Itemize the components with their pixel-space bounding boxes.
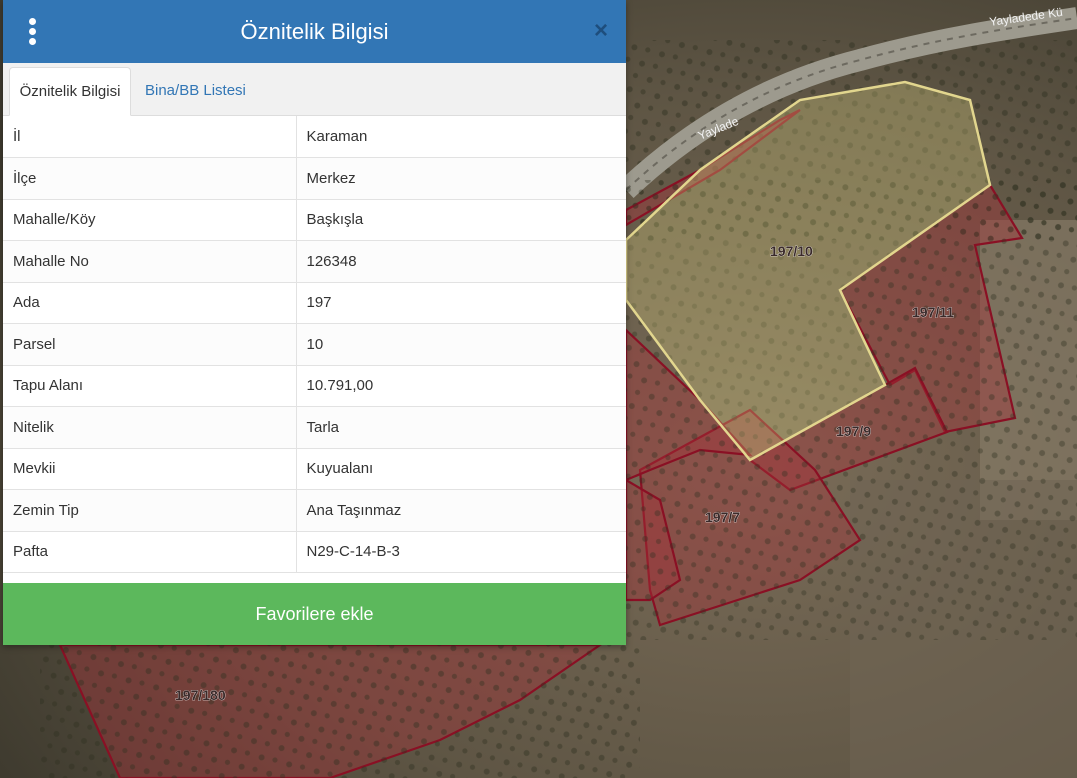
attribute-value: N29-C-14-B-3 xyxy=(296,531,626,573)
panel-header: Öznitelik Bilgisi × xyxy=(3,0,626,63)
attribute-panel: Öznitelik Bilgisi × Öznitelik Bilgisi Bi… xyxy=(3,0,626,645)
table-row: Tapu Alanı 10.791,00 xyxy=(3,365,626,407)
attribute-key: Tapu Alanı xyxy=(3,365,297,407)
parcel-label-197-11: 197/11 xyxy=(912,304,954,320)
tab-bar: Öznitelik Bilgisi Bina/BB Listesi xyxy=(3,63,626,116)
table-row: Mevkii Kuyualanı xyxy=(3,448,626,490)
table-row: Ada 197 xyxy=(3,282,626,324)
attribute-key: Zemin Tip xyxy=(3,489,297,532)
parcel-label-197-180: 197/180 xyxy=(175,687,226,703)
attribute-key: Nitelik xyxy=(3,406,297,449)
attribute-key: İl xyxy=(3,116,297,158)
vertical-dots-icon[interactable] xyxy=(26,18,40,45)
add-favorite-button[interactable]: Favorilere ekle xyxy=(3,583,626,645)
parcel-label-197-10: 197/10 xyxy=(770,243,813,259)
attribute-key: Pafta xyxy=(3,531,297,573)
tree-texture-south xyxy=(40,645,640,778)
attribute-value: Merkez xyxy=(296,157,626,200)
close-icon[interactable]: × xyxy=(591,18,611,44)
attribute-value: 126348 xyxy=(296,240,626,283)
attribute-value: Tarla xyxy=(296,406,626,449)
attribute-table: İl Karaman İlçe Merkez Mahalle/Köy Başkışla… xyxy=(3,116,626,573)
attribute-value: 10 xyxy=(296,323,626,366)
attribute-key: İlçe xyxy=(3,157,297,200)
attribute-key: Ada xyxy=(3,282,297,324)
attribute-value: Ana Taşınmaz xyxy=(296,489,626,532)
parcel-label-197-9: 197/9 xyxy=(836,423,871,439)
parcel-label-197-7: 197/7 xyxy=(705,509,740,525)
panel-title: Öznitelik Bilgisi xyxy=(240,19,389,44)
attribute-key: Parsel xyxy=(3,323,297,366)
attribute-key: Mevkii xyxy=(3,448,297,490)
attribute-value: Kuyualanı xyxy=(296,448,626,490)
attribute-value: Başkışla xyxy=(296,199,626,241)
table-row: Mahalle No 126348 xyxy=(3,240,626,283)
table-row: İl Karaman xyxy=(3,116,626,158)
table-row: Parsel 10 xyxy=(3,323,626,366)
table-row: Mahalle/Köy Başkışla xyxy=(3,199,626,241)
table-row: Pafta N29-C-14-B-3 xyxy=(3,531,626,573)
tab-building-list[interactable]: Bina/BB Listesi xyxy=(133,67,258,115)
attribute-key: Mahalle No xyxy=(3,240,297,283)
attribute-key: Mahalle/Köy xyxy=(3,199,297,241)
tab-attribute-info[interactable]: Öznitelik Bilgisi xyxy=(9,67,131,116)
attribute-value: 197 xyxy=(296,282,626,324)
attribute-value: 10.791,00 xyxy=(296,365,626,407)
table-row: Nitelik Tarla xyxy=(3,406,626,449)
attribute-value: Karaman xyxy=(296,116,626,158)
table-row: Zemin Tip Ana Taşınmaz xyxy=(3,489,626,532)
table-row: İlçe Merkez xyxy=(3,157,626,200)
